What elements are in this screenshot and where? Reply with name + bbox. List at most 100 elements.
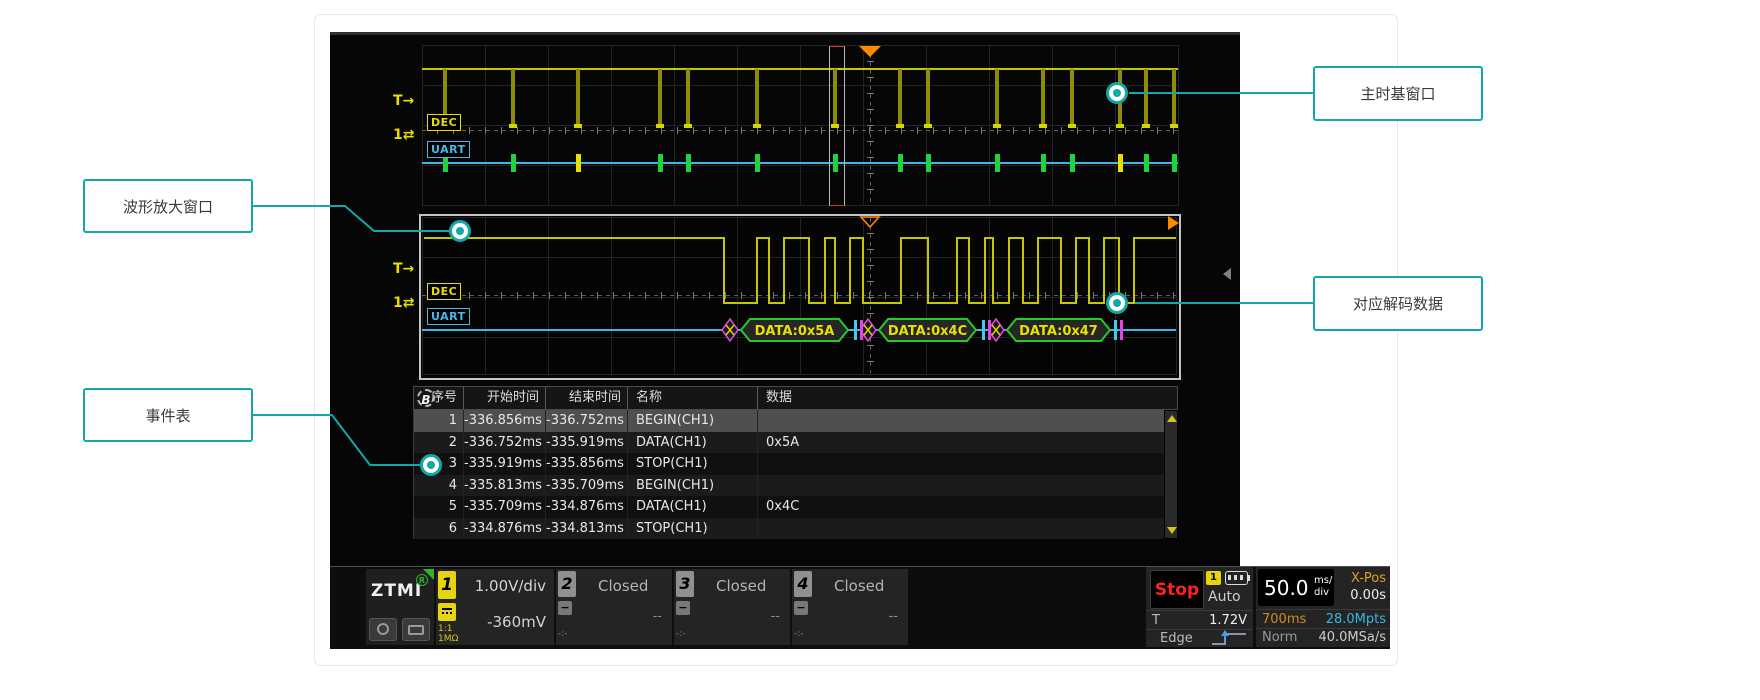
anchor-zoom-window [449,220,471,242]
ch1-pulse [686,69,690,125]
ch1-pulse-base [924,124,932,128]
decode-mark [686,154,691,172]
event-row[interactable]: 2-336.752ms-335.919msDATA(CH1)0x5A [414,432,1165,454]
event-cell: -335.709ms [464,496,546,518]
battery-icon [1225,571,1248,585]
scroll-up-arrow[interactable] [1167,415,1177,422]
zoom-region-indicator[interactable] [829,46,845,206]
timebase-unit-top: ms/ [1314,575,1332,586]
side-panel-collapse-arrow[interactable] [1223,268,1231,280]
ch1-pulse [658,69,662,125]
event-cell: BEGIN(CH1) [628,410,758,432]
sample-rate: 40.0MSa/s [1318,630,1386,645]
header-cell-index: B 序号 [414,387,464,409]
ch1-pulse [1172,69,1176,125]
event-row[interactable]: 1-336.856ms-336.752msBEGIN(CH1) [414,410,1165,432]
uart-protocol-label-zoom[interactable]: UART [427,308,470,325]
event-cell [758,518,1165,540]
event-row[interactable]: 3-335.919ms-335.856msSTOP(CH1) [414,453,1165,475]
channel3-status: Closed [716,577,766,595]
ch1-offset-label-main: 1⇄ [393,127,414,143]
ch1-pulse-base [509,124,517,128]
channel1-probe-ratio: 1:1 [438,624,452,634]
decode-mark [1144,154,1149,172]
channel3-probe: -:- [676,629,686,639]
ch1-pulse [755,69,759,125]
channel4-status: Closed [834,577,884,595]
dec-bus-label-main[interactable]: DEC [427,114,461,131]
timebase-scale-box[interactable]: 50.0 ms/ div [1258,569,1334,606]
xpos-value: 0.00s [1350,588,1386,603]
channel4-probe: -:- [794,629,804,639]
event-cell: 2 [414,432,464,454]
trigger-status-panel[interactable]: Stop 1 Auto T 1.72V Edge [1146,567,1253,647]
ch1-pulse-base [1116,124,1124,128]
decode-mark [511,154,516,172]
zoom-h-axis-ticks [422,292,1176,299]
dec-bus-label-zoom[interactable]: DEC [427,283,461,300]
ch1-pulse-base [993,124,1001,128]
event-cell: -336.752ms [464,432,546,454]
callout-zoom-window: 波形放大窗口 [83,179,253,233]
memory-depth: 28.0Mpts [1326,612,1386,627]
trigger-level-value: 1.72V [1209,613,1247,628]
event-cell: -335.919ms [464,453,546,475]
anchor-event-table [420,454,442,476]
gesture-button[interactable] [369,618,397,641]
ch1-pulse [511,69,515,125]
ch1-pulse-base [753,124,761,128]
event-cell: -334.876ms [546,496,628,518]
trigger-level-label: T [1152,613,1160,628]
channel3-block[interactable]: 3 Closed − -:- -- [674,569,790,645]
event-table-scrollbar[interactable] [1164,410,1178,539]
channel4-block[interactable]: 4 Closed − -:- -- [792,569,908,645]
event-row[interactable]: 5-335.709ms-334.876msDATA(CH1)0x4C [414,496,1165,518]
ch1-pulse [1070,69,1074,125]
event-row[interactable]: 6-334.876ms-334.813msSTOP(CH1) [414,518,1165,540]
uart-protocol-label-main[interactable]: UART [427,141,470,158]
event-cell: -335.856ms [546,453,628,475]
channel1-scale: 1.00V/div [475,577,546,595]
timebase-scale: 50.0 [1264,576,1309,600]
ch1-pulse-base [1170,124,1178,128]
timebase-panel[interactable]: 50.0 ms/ div X-Pos 0.00s 700ms 28.0Mpts … [1256,567,1390,647]
event-cell: BEGIN(CH1) [628,475,758,497]
event-cell: STOP(CH1) [628,518,758,540]
ch1-pulse-base [896,124,904,128]
channel4-coupling: − [794,601,808,615]
event-cell: 1 [414,410,464,432]
brand-logo: ZTMI [371,581,422,601]
run-state-box[interactable]: Stop [1150,570,1204,609]
touch-button[interactable] [402,618,430,641]
anchor-decode-data [1106,292,1128,314]
header-cell-data: 数据 [758,387,1177,409]
trigger-type: Edge [1160,631,1193,646]
scroll-down-arrow[interactable] [1167,527,1177,534]
channel2-badge: 2 [558,571,576,597]
event-cell: -334.813ms [546,518,628,540]
ch1-pulse-base [574,124,582,128]
event-row[interactable]: 4-335.813ms-335.709msBEGIN(CH1) [414,475,1165,497]
uart-decode-line-zoom [422,329,1176,331]
ch1-offset-label-zoom: 1⇄ [393,295,414,311]
channel3-badge: 3 [676,571,694,597]
decode-mark [1172,154,1177,172]
event-cell: DATA(CH1) [628,496,758,518]
decode-mark [926,154,931,172]
ch1-pulse [1144,69,1148,125]
event-cell: -335.709ms [546,475,628,497]
header-cell-start-time: 开始时间 [464,387,546,409]
ch1-pulse [1041,69,1045,125]
bus-b-icon: B [417,389,435,407]
record-time: 700ms [1262,612,1306,627]
logo-block: ZTMI R [366,569,434,645]
event-cell: STOP(CH1) [628,453,758,475]
decode-mark [1041,154,1046,172]
decode-mark [755,154,760,172]
channel1-impedance: 1MΩ [438,634,458,644]
channel2-coupling: − [558,601,572,615]
ch1-pulse-base [684,124,692,128]
channel2-block[interactable]: 2 Closed − -:- -- [556,569,672,645]
trigger-source-badge: 1 [1206,571,1221,585]
channel1-block[interactable]: 1 1:1 1MΩ 1.00V/div -360mV [436,569,554,645]
